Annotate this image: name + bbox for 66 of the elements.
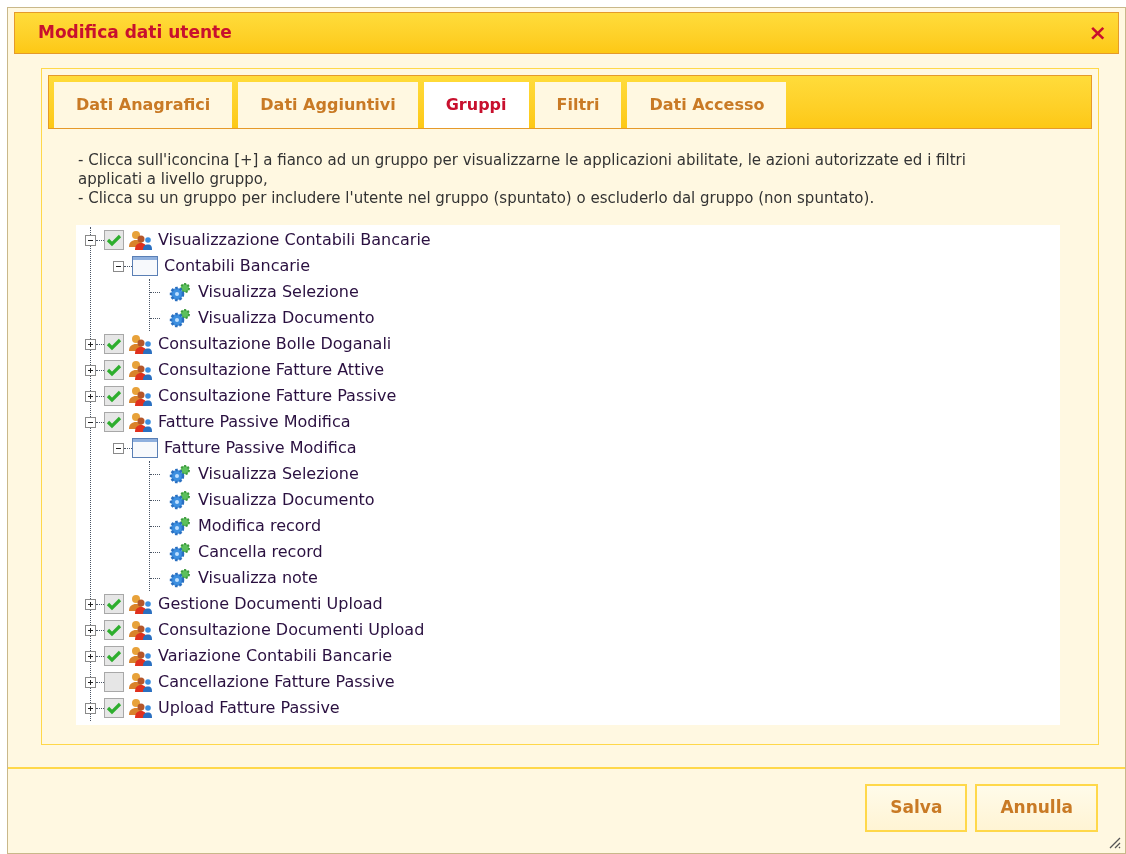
gear-icon (168, 516, 192, 536)
checkbox[interactable] (104, 412, 124, 432)
tree-item-label[interactable]: Visualizza Documento (198, 308, 375, 328)
window-title: Modifica dati utente (38, 21, 232, 45)
tree-item-label[interactable]: Cancellazione Fatture Passive (158, 672, 395, 692)
expand-icon[interactable] (85, 390, 96, 402)
users-icon (128, 334, 152, 354)
checkbox[interactable] (104, 360, 124, 380)
expand-icon[interactable] (85, 702, 96, 714)
users-icon (128, 672, 152, 692)
checkbox[interactable] (104, 620, 124, 640)
tab[interactable]: Gruppi (423, 82, 529, 128)
tree-item-label[interactable]: Visualizza Documento (198, 490, 375, 510)
tree-item-label[interactable]: Consultazione Bolle Doganali (158, 334, 392, 354)
instruction-text: - Clicca su un gruppo per includere l'utente nel gruppo (spuntato) o escluderlo dal gruppo (non spuntato). (78, 189, 876, 208)
gear-icon (168, 308, 192, 328)
users-icon (128, 360, 152, 380)
window-icon (132, 438, 158, 458)
tree-item-label[interactable]: Consultazione Fatture Passive (158, 386, 397, 406)
checkbox[interactable] (104, 646, 124, 666)
tree-item-label[interactable]: Fatture Passive Modifica (158, 412, 351, 432)
tree-item-label[interactable]: Visualizza Selezione (198, 282, 359, 302)
expand-icon[interactable] (85, 650, 96, 662)
users-icon (128, 698, 152, 718)
expand-icon[interactable] (85, 338, 96, 350)
gear-icon (168, 282, 192, 302)
window-icon (132, 256, 158, 276)
expand-icon[interactable] (85, 598, 96, 610)
checkbox[interactable] (104, 334, 124, 354)
checkbox[interactable] (104, 698, 124, 718)
gear-icon (168, 464, 192, 484)
tree-item-label[interactable]: Consultazione Documenti Upload (158, 620, 425, 640)
checkbox[interactable] (104, 672, 124, 692)
users-icon (128, 594, 152, 614)
gear-icon (168, 542, 192, 562)
gear-icon (168, 490, 192, 510)
checkbox[interactable] (104, 594, 124, 614)
tree-item-label[interactable]: Consultazione Fatture Attive (158, 360, 385, 380)
users-icon (128, 646, 152, 666)
tree-item-label[interactable]: Visualizza Selezione (198, 464, 359, 484)
resize-grip-icon[interactable] (1107, 835, 1121, 849)
gear-icon (168, 568, 192, 588)
expand-icon[interactable] (85, 624, 96, 636)
tree-item-label[interactable]: Variazione Contabili Bancarie (158, 646, 393, 666)
users-icon (128, 412, 152, 432)
tree-item-label[interactable]: Gestione Documenti Upload (158, 594, 383, 614)
users-icon (128, 230, 152, 250)
close-button[interactable]: × (1088, 22, 1107, 44)
expand-icon[interactable] (85, 676, 96, 688)
collapse-icon[interactable] (85, 416, 96, 428)
tree-item-label[interactable]: Upload Fatture Passive (158, 698, 340, 718)
users-icon (128, 386, 152, 406)
collapse-icon[interactable] (113, 260, 124, 272)
instruction-text: - Clicca sull'iconcina [+] a fianco ad un gruppo per visualizzarne le applicazioni abilitate, le azioni autorizzate ed i filtri applicati a livello gruppo, (78, 151, 967, 189)
users-icon (128, 620, 152, 640)
expand-icon[interactable] (85, 364, 96, 376)
tree-item-label[interactable]: Visualizza note (198, 568, 318, 588)
tree-item-label[interactable]: Cancella record (198, 542, 323, 562)
checkbox[interactable] (104, 230, 124, 250)
tree-item-label[interactable]: Contabili Bancarie (164, 256, 311, 276)
collapse-icon[interactable] (113, 442, 124, 454)
checkbox[interactable] (104, 386, 124, 406)
tree-item-label[interactable]: Visualizzazione Contabili Bancarie (158, 230, 431, 250)
tree-item-label[interactable]: Fatture Passive Modifica (164, 438, 357, 458)
collapse-icon[interactable] (85, 234, 96, 246)
tree-item-label[interactable]: Modifica record (198, 516, 322, 536)
